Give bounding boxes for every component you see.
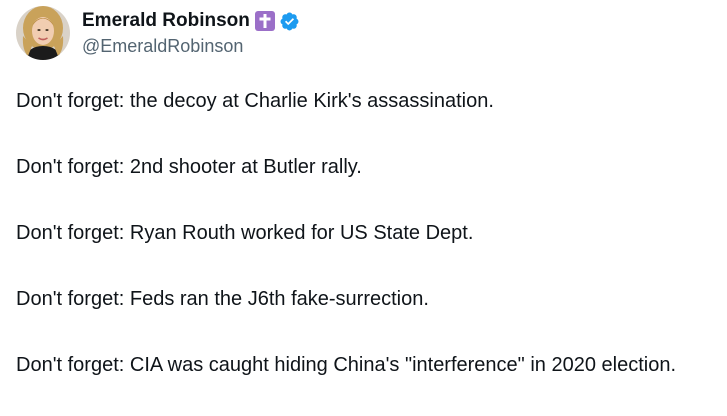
tweet-paragraph: Don't forget: CIA was caught hiding Chin… [16,354,676,376]
author-display-name[interactable]: Emerald Robinson [82,10,250,32]
tweet-card: Emerald Robinson @EmeraldRobinson Don't … [0,0,727,416]
avatar-image [16,6,70,60]
latin-cross-icon [254,11,275,31]
author-handle[interactable]: @EmeraldRobinson [82,36,300,57]
tweet-header: Emerald Robinson @EmeraldRobinson [16,6,300,60]
tweet-paragraph: Don't forget: Feds ran the J6th fake-sur… [16,288,429,310]
author-avatar[interactable] [16,6,70,60]
tweet-paragraph: Don't forget: the decoy at Charlie Kirk'… [16,90,494,112]
tweet-paragraph: Don't forget: 2nd shooter at Butler rall… [16,156,362,178]
author-names: Emerald Robinson @EmeraldRobinson [82,9,300,57]
name-row: Emerald Robinson [82,9,300,33]
tweet-paragraph: Don't forget: Ryan Routh worked for US S… [16,222,474,244]
tweet-text: Don't forget: the decoy at Charlie Kirk'… [16,86,721,381]
verified-badge-icon[interactable] [279,11,300,32]
